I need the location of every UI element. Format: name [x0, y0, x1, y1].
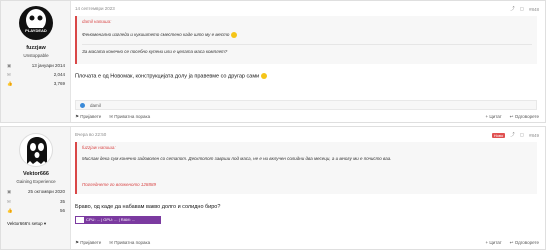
quote-block: damil напиша: Феноменално изгледа и куки…: [75, 16, 537, 64]
message-icon: ✉: [7, 72, 11, 77]
playdead-logo-icon: PLAYDEAD: [25, 9, 47, 33]
quote-line: Феноменално изгледа и кукиштето сместено…: [82, 32, 532, 38]
post-number[interactable]: #848: [529, 7, 539, 12]
post-actions-right: + Цитат ↩ Одговорете: [485, 240, 539, 246]
username[interactable]: fuzzjaw: [1, 45, 71, 51]
smile-emoji-icon: [230, 32, 237, 38]
thumbs-up-icon: 👍: [7, 208, 13, 213]
ghost-avatar-icon: [27, 137, 47, 164]
post-849: Vektor666 Gaining Experience ▣ 25 октомвр…: [0, 126, 546, 250]
avatar[interactable]: [19, 133, 53, 167]
svg-text:PLAYDEAD: PLAYDEAD: [25, 28, 47, 33]
quote-block: fuzzjaw напиша: Мислам дека сум конечно …: [75, 142, 537, 194]
post-number[interactable]: #849: [529, 133, 539, 138]
post-848: PLAYDEAD fuzzjaw Unstoppable ▣ 13 јануари…: [0, 0, 546, 123]
thumbs-up-icon: 👍: [7, 81, 13, 86]
quote-button[interactable]: + Цитат: [485, 240, 501, 246]
share-icon[interactable]: ⤴: [510, 6, 515, 12]
new-badge: Ново: [491, 132, 506, 138]
post-actions-left: ⚑ Пријавете ✉ Приватна порака: [75, 240, 150, 246]
bookmark-icon[interactable]: ▢: [520, 6, 524, 12]
message-icon: ✉: [7, 199, 11, 204]
smile-emoji-icon: [260, 73, 267, 79]
quote-button[interactable]: + Цитат: [485, 114, 501, 120]
reaction-users[interactable]: damil: [90, 103, 101, 108]
quote-attachment-link[interactable]: Погледнете го вложеното 128889: [82, 182, 532, 187]
calendar-icon: ▣: [7, 63, 12, 68]
calendar-icon: ▣: [7, 189, 12, 194]
chevron-down-icon: ▾: [43, 221, 47, 226]
bookmark-icon[interactable]: ▢: [520, 132, 524, 138]
reply-button[interactable]: ↩ Одговорете: [510, 240, 539, 246]
user-title: Unstoppable: [23, 53, 49, 58]
post-actions-left: ⚑ Пријавете ✉ Приватна порака: [75, 114, 150, 120]
quote-divider: [82, 44, 532, 45]
reply-button[interactable]: ↩ Одговорете: [510, 114, 539, 120]
post-content: Вчера во 22:50 Ново ⤴ ▢ #849 fuzzjaw нап…: [71, 127, 545, 249]
username[interactable]: Vektor666: [1, 171, 71, 177]
post-actions-right: + Цитат ↩ Одговорете: [485, 114, 539, 120]
quote-author[interactable]: fuzzjaw напиша:: [82, 145, 116, 150]
quote-author[interactable]: damil напиша:: [82, 19, 111, 24]
post-meta-right: ⤴ ▢ #848: [510, 6, 539, 12]
like-reaction-icon: [80, 103, 85, 108]
post-body: Плочата е од Новомак, конструкцијата дол…: [75, 73, 267, 79]
user-setup-toggle[interactable]: Vektor666's setup ▾: [7, 221, 46, 227]
post-meta-right: Ново ⤴ ▢ #849: [491, 132, 539, 138]
avatar[interactable]: PLAYDEAD: [19, 6, 53, 40]
quote-line: За масата конечно се посебно купени или …: [82, 49, 228, 54]
user-panel: PLAYDEAD fuzzjaw Unstoppable ▣ 13 јануари…: [1, 1, 71, 122]
user-title: Gaining Experience: [16, 179, 56, 184]
quote-line: Мислам дека сум конечно задоволен со сет…: [82, 156, 392, 161]
report-button[interactable]: ⚑ Пријавете: [75, 114, 101, 120]
post-date[interactable]: Вчера во 22:50: [75, 132, 106, 137]
post-content: 14 септември 2023 ⤴ ▢ #848 damil напиша:…: [71, 1, 545, 122]
signature-logo-icon: [76, 217, 84, 223]
signature-banner[interactable]: CPU: ... | GPU: ... | RAM: ...: [75, 216, 161, 224]
reactions-bar[interactable]: damil: [75, 100, 537, 110]
private-message-button[interactable]: ✉ Приватна порака: [109, 114, 150, 120]
private-message-button[interactable]: ✉ Приватна порака: [109, 240, 150, 246]
report-button[interactable]: ⚑ Пријавете: [75, 240, 101, 246]
post-date[interactable]: 14 септември 2023: [75, 6, 115, 11]
share-icon[interactable]: ⤴: [510, 132, 515, 138]
post-body: Браво, од каде да набавам вакво долго и …: [75, 204, 221, 210]
signature-text: CPU: ... | GPU: ... | RAM: ...: [86, 217, 136, 222]
user-panel: Vektor666 Gaining Experience ▣ 25 октомвр…: [1, 127, 71, 249]
